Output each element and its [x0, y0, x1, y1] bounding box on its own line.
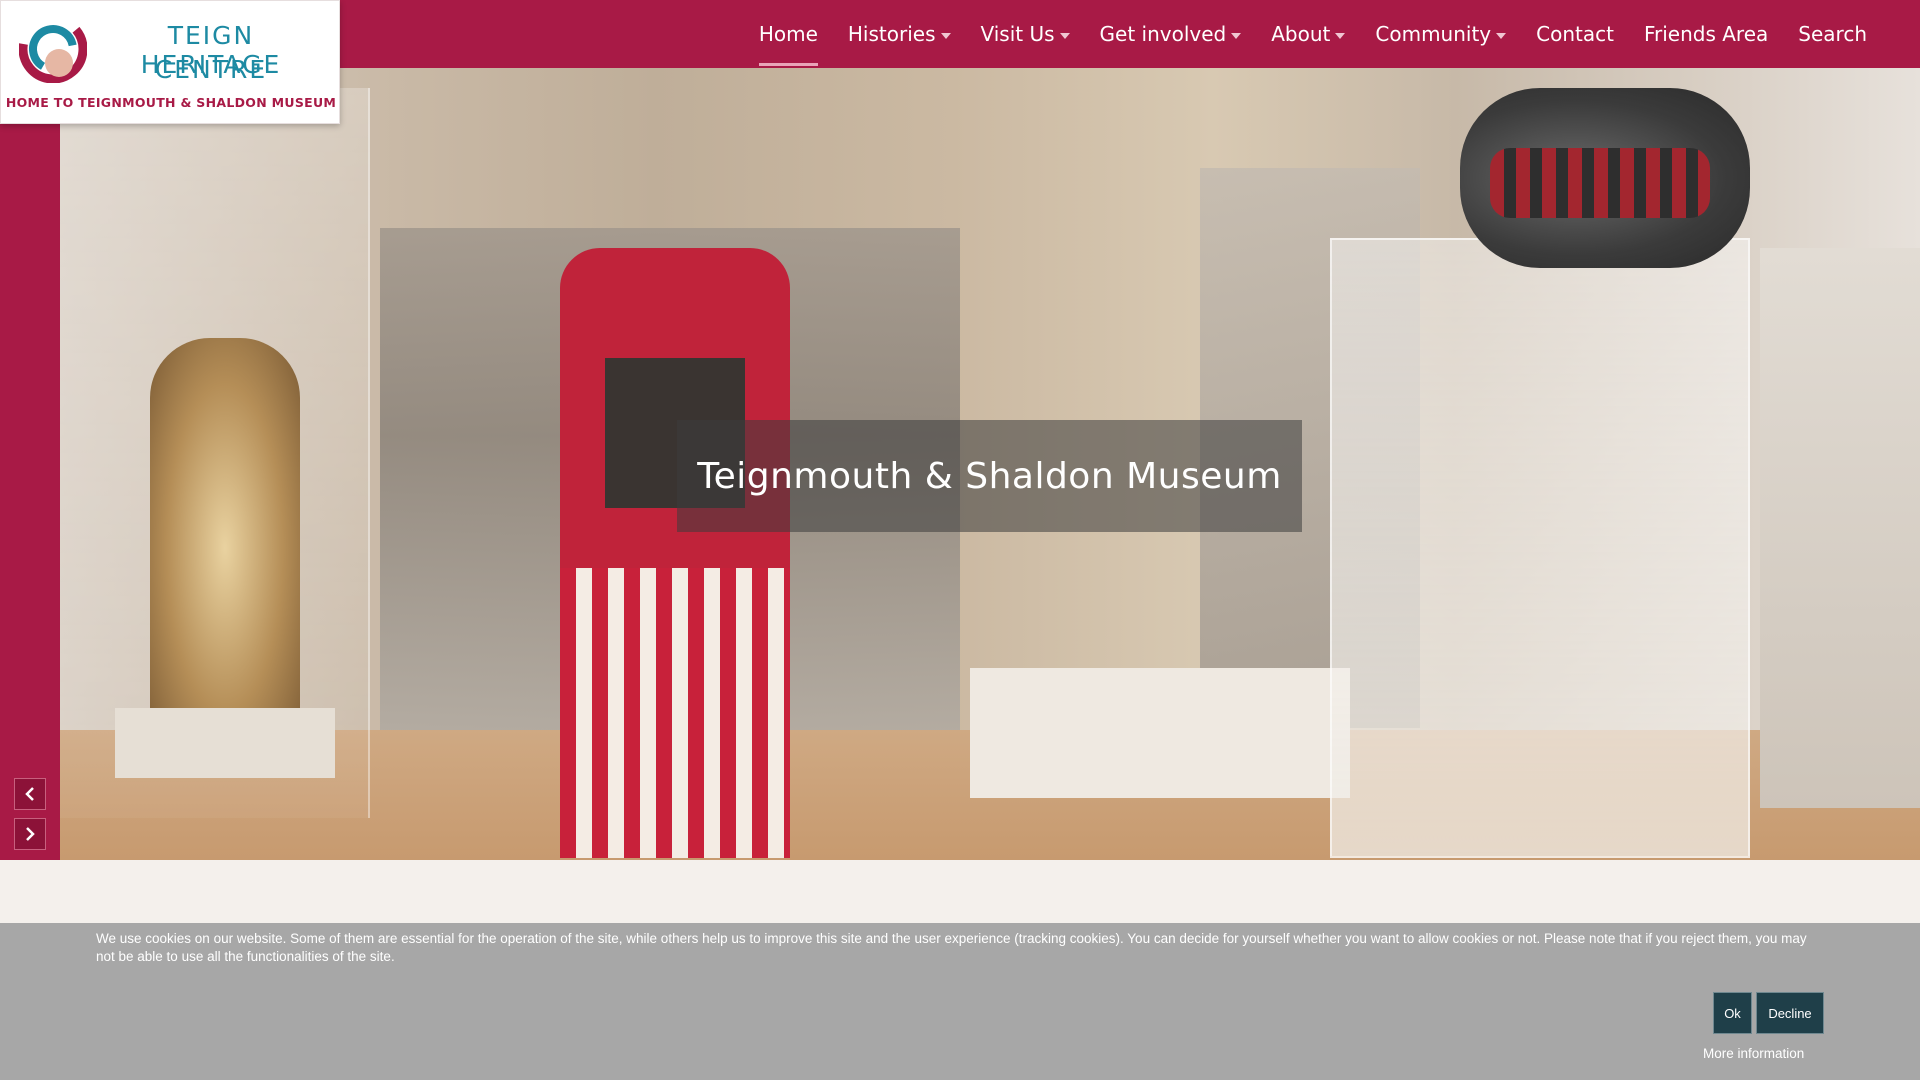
nav-about-label: About — [1271, 22, 1331, 46]
hero-photo-trophy — [150, 338, 300, 758]
slider-next-button[interactable] — [14, 818, 46, 850]
nav-visit-us[interactable]: Visit Us — [966, 0, 1085, 68]
hero-photo-plinth — [970, 668, 1350, 798]
slider-prev-button[interactable] — [14, 778, 46, 810]
nav-get-involved[interactable]: Get involved — [1085, 0, 1257, 68]
caret-down-icon — [1335, 32, 1346, 39]
caret-down-icon — [1059, 32, 1070, 39]
nav-friends-area-label: Friends Area — [1643, 22, 1769, 46]
site-logo[interactable]: TEIGN HERITAGE CENTRE HOME TO TEIGNMOUTH… — [0, 0, 340, 124]
hero-photo-trophy-base — [115, 708, 335, 778]
nav-home-label: Home — [758, 22, 818, 46]
nav-friends-area[interactable]: Friends Area — [1629, 0, 1783, 68]
caret-down-icon — [1496, 32, 1507, 39]
caret-down-icon — [1231, 32, 1242, 39]
main-nav: Home Histories Visit Us Get involved Abo… — [744, 0, 1882, 68]
nav-about[interactable]: About — [1256, 0, 1360, 68]
caret-down-icon — [940, 32, 951, 39]
nav-histories-label: Histories — [847, 22, 936, 46]
hero-caption: Teignmouth & Shaldon Museum — [677, 420, 1302, 532]
nav-community-label: Community — [1375, 22, 1492, 46]
logo-tagline: HOME TO TEIGNMOUTH & SHALDON MUSEUM — [5, 95, 337, 110]
nav-visit-us-label: Visit Us — [980, 22, 1055, 46]
chevron-right-icon — [26, 827, 35, 841]
nav-contact[interactable]: Contact — [1521, 0, 1629, 68]
nav-search-label: Search — [1798, 22, 1867, 46]
logo-mark-icon — [19, 15, 87, 83]
hero-photo-siren-vents — [1490, 148, 1710, 218]
nav-home[interactable]: Home — [744, 0, 833, 68]
nav-contact-label: Contact — [1536, 22, 1614, 46]
cookie-decline-button[interactable]: Decline — [1756, 992, 1824, 1034]
cookie-more-information-link[interactable]: More information — [1703, 1046, 1804, 1061]
hero-slider: Teignmouth & Shaldon Museum — [60, 68, 1920, 860]
cookie-ok-button[interactable]: Ok — [1713, 992, 1752, 1034]
cookie-banner: We use cookies on our website. Some of t… — [0, 923, 1920, 1080]
nav-search[interactable]: Search — [1783, 0, 1882, 68]
hero-photo-punch-booth — [560, 248, 790, 858]
punch-booth-stripes — [560, 568, 790, 858]
nav-get-involved-label: Get involved — [1099, 22, 1227, 46]
nav-community[interactable]: Community — [1360, 0, 1521, 68]
hero-photo-right-panel — [1760, 248, 1920, 808]
hero-caption-text: Teignmouth & Shaldon Museum — [697, 455, 1282, 497]
chevron-left-icon — [25, 787, 34, 801]
nav-histories[interactable]: Histories — [833, 0, 966, 68]
hero-photo-right-case — [1330, 238, 1750, 858]
logo-title-line2: CENTRE — [154, 55, 268, 84]
cookie-notice-text: We use cookies on our website. Some of t… — [96, 931, 1807, 964]
left-accent-strip — [0, 68, 60, 860]
